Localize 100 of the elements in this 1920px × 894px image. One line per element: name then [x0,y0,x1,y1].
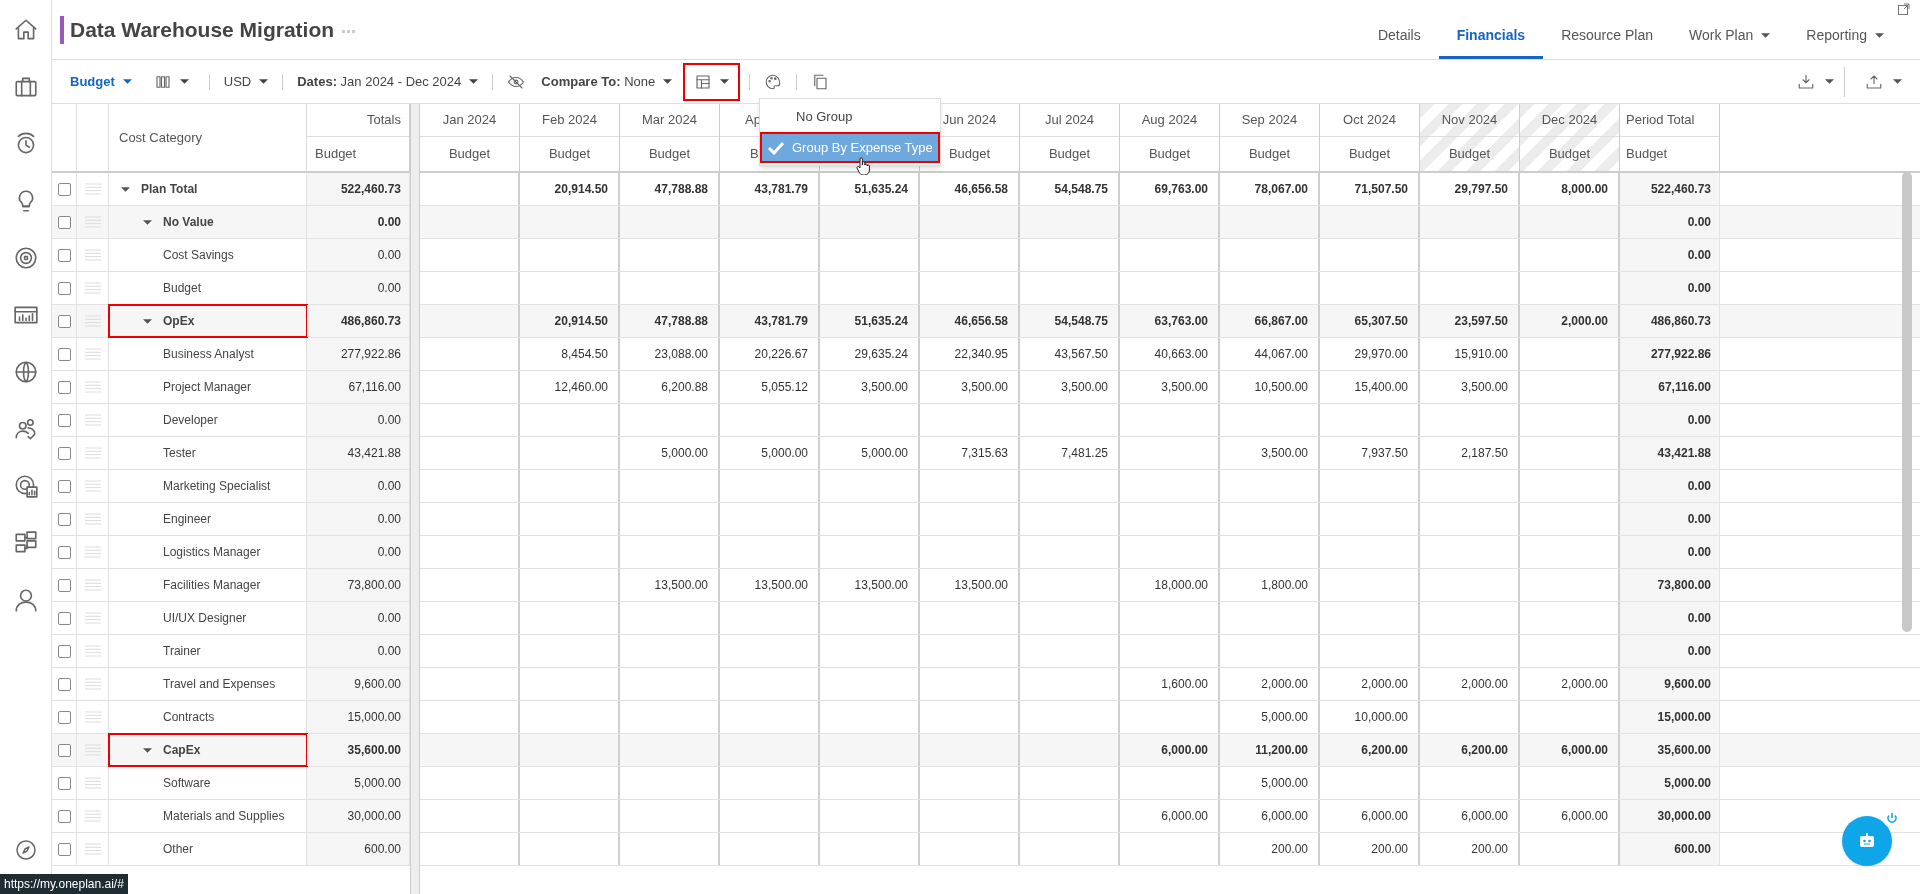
dropdown-button[interactable]: Dates: Jan 2024 - Dec 2024 [289,63,487,100]
table-cell-text: 2,000.00 [1361,676,1408,693]
table-cell-text: 2,000.00 [1261,676,1308,693]
table-cell-text: 3,500.00 [861,379,908,396]
table-cell-text: 6,000.00 [1261,808,1308,825]
row-checkbox[interactable] [57,413,71,427]
drag-handle-icon[interactable] [84,480,101,492]
category-name: Other [163,841,193,858]
nav-tab[interactable]: Details [1359,14,1439,59]
table-cell-text: 0.00 [1687,643,1711,660]
row-checkbox[interactable] [57,710,71,724]
row-checkbox[interactable] [57,314,71,328]
table-cell-text: 0.00 [377,214,401,231]
table-cell-text: 35,600.00 [1657,742,1711,759]
drag-handle-icon[interactable] [84,183,101,195]
table-cell-text: 71,507.50 [1354,181,1408,198]
drag-handle-icon[interactable] [84,711,101,723]
table-cell-text: 0.00 [1687,412,1711,429]
drag-handle-icon[interactable] [84,678,101,690]
table-cell-text: 0.00 [377,643,401,660]
table-cell-text: 6,200.88 [661,379,708,396]
column-header: Aug 2024 [1141,111,1198,130]
row-checkbox[interactable] [57,677,71,691]
drag-handle-icon[interactable] [84,249,101,261]
table-cell-text: 3,500.00 [1461,379,1508,396]
table-cell-text: 43,781.79 [754,313,808,330]
drag-handle-icon[interactable] [84,546,101,558]
row-checkbox[interactable] [57,776,71,790]
expand-icon[interactable] [1898,3,1910,15]
category-name: Cost Savings [163,247,234,264]
table-cell-text: 0.00 [377,478,401,495]
caret-icon [259,79,269,84]
row-checkbox[interactable] [57,215,71,229]
menu-item[interactable]: No Group [760,101,940,132]
table-cell-text: 29,635.24 [854,346,908,363]
drag-handle-icon[interactable] [84,282,101,294]
dropdown-button[interactable] [684,63,740,100]
copy-icon [811,72,830,91]
table-cell-text: 0.00 [377,247,401,264]
caret-icon [720,79,730,84]
category-name: Software [163,775,211,792]
table-cell-text: 2,187.50 [1461,445,1508,462]
table-cell-text: 9,600.00 [1664,676,1711,693]
table-cell-text: 43,567.50 [1054,346,1108,363]
row-checkbox[interactable] [57,512,71,526]
table-cell-text: 15,910.00 [1454,346,1508,363]
nav-tab[interactable]: Financials [1438,14,1544,59]
row-checkbox[interactable] [57,182,71,196]
row-checkbox[interactable] [57,611,71,625]
row-checkbox[interactable] [57,644,71,658]
category-name: CapEx [163,742,201,759]
drag-handle-icon[interactable] [84,777,101,789]
row-checkbox[interactable] [57,446,71,460]
caret-icon [122,79,132,84]
table-cell-text: 6,200.00 [1361,742,1408,759]
title-accent-bar [60,15,64,44]
scrollbar-thumb[interactable] [1902,172,1912,632]
drag-handle-icon[interactable] [84,612,101,624]
row-checkbox[interactable] [57,281,71,295]
drag-handle-icon[interactable] [84,513,101,525]
drag-handle-icon[interactable] [84,381,101,393]
dropdown-button[interactable]: Compare To: None [533,63,681,100]
table-cell-text: 13,500.00 [854,577,908,594]
table-cell-text: 9,600.00 [354,676,401,693]
row-checkbox[interactable] [57,743,71,757]
nav-tab[interactable]: Work Plan [1670,14,1789,59]
table-cell-text: 51,635.24 [854,181,908,198]
drag-handle-icon[interactable] [84,447,101,459]
dropdown-button[interactable]: USD [215,63,277,100]
table-cell-text: 29,797.50 [1454,181,1508,198]
column-header[interactable]: Cost Category [119,127,203,148]
dropdown-button[interactable]: Budget [62,63,140,100]
row-checkbox[interactable] [57,248,71,262]
row-checkbox[interactable] [57,809,71,823]
row-checkbox[interactable] [57,545,71,559]
drag-handle-icon[interactable] [84,843,101,855]
drag-handle-icon[interactable] [84,414,101,426]
table-cell-text: 65,307.50 [1354,313,1408,330]
drag-handle-icon[interactable] [84,645,101,657]
nav-tab[interactable]: Reporting [1788,14,1902,59]
row-checkbox[interactable] [57,842,71,856]
row-checkbox[interactable] [57,380,71,394]
row-checkbox[interactable] [57,347,71,361]
row-checkbox[interactable] [57,578,71,592]
caret-icon [1893,79,1902,84]
category-name: Facilities Manager [163,577,261,594]
table-cell-text: 0.00 [1687,610,1711,627]
table-cell-text: 15,400.00 [1354,379,1408,396]
drag-handle-icon[interactable] [84,348,101,360]
table-cell-text: 23,597.50 [1454,313,1508,330]
table-cell-text: 2,000.00 [1561,676,1608,693]
nav-tab[interactable]: Resource Plan [1543,14,1671,59]
row-checkbox[interactable] [57,479,71,493]
table-cell-text: 67,116.00 [1658,379,1711,396]
table-cell-text: 3,500.00 [961,379,1008,396]
drag-handle-icon[interactable] [84,810,101,822]
column-subheader: Budget [648,144,691,163]
table-cell-text: 0.00 [377,412,401,429]
drag-handle-icon[interactable] [84,579,101,591]
table-cell-text: 5,000.00 [1664,775,1711,792]
